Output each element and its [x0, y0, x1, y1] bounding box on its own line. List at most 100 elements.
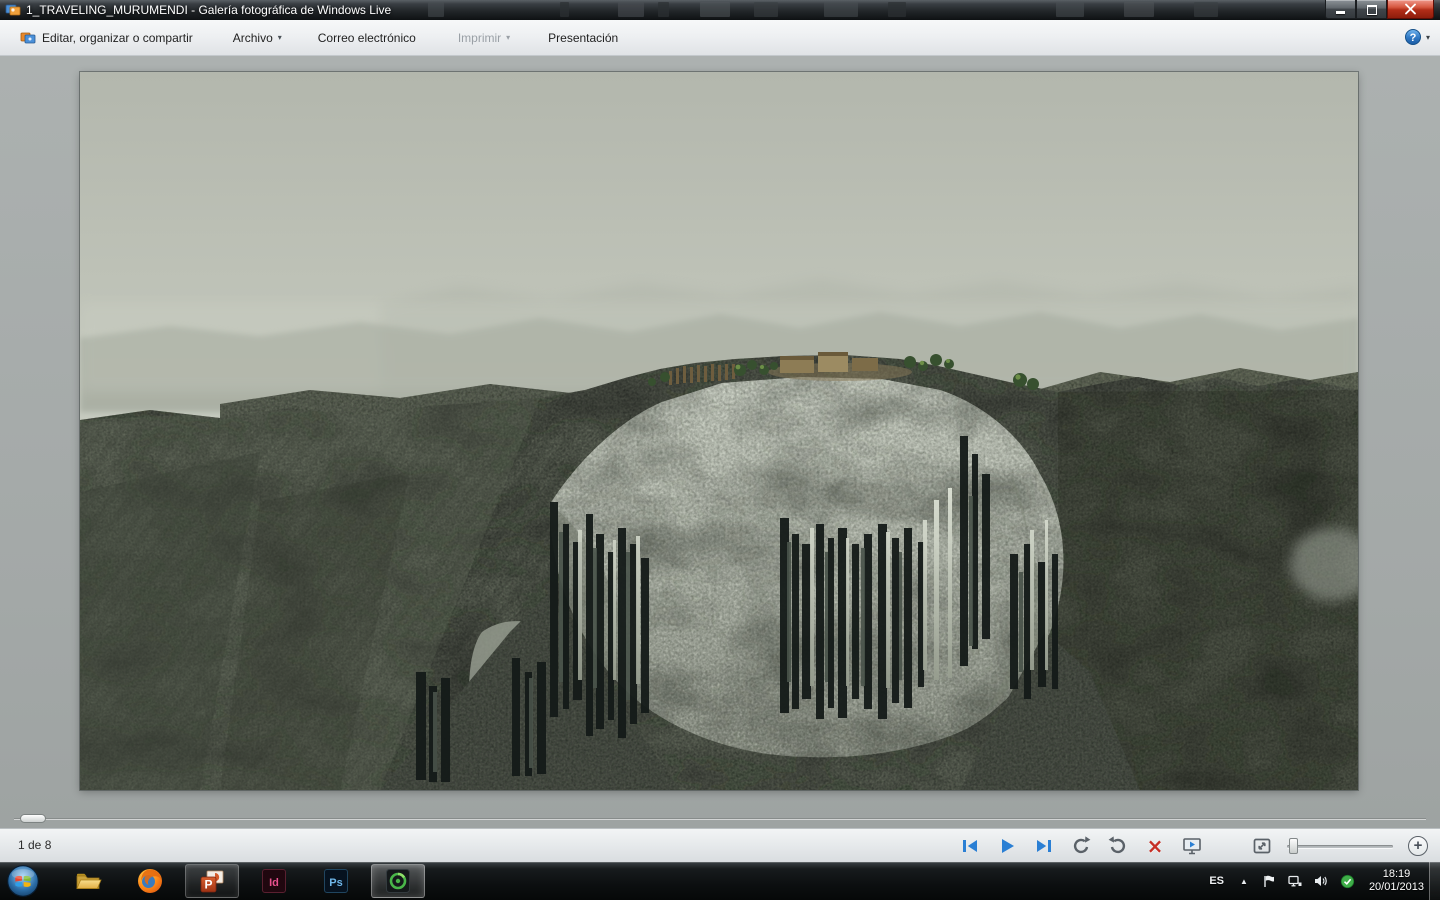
slideshow-view-button[interactable] [1180, 834, 1204, 858]
system-tray: ES ▲ 18:19 20/01/2013 [1206, 862, 1428, 900]
antivirus-icon [1340, 874, 1355, 888]
desktop: 1_TRAVELING_MURUMENDI - Galería fotográf… [0, 0, 1440, 900]
volume-icon [1315, 876, 1328, 886]
display-size-button[interactable] [1250, 834, 1274, 858]
zoom-in-button[interactable]: + [1406, 834, 1430, 858]
show-hidden-icons-button[interactable]: ▲ [1236, 875, 1252, 888]
window-titlebar: 1_TRAVELING_MURUMENDI - Galería fotográf… [0, 0, 1440, 20]
maximize-icon [1367, 5, 1377, 15]
zoom-in-icon: + [1408, 835, 1428, 856]
maximize-button[interactable] [1356, 0, 1387, 19]
chevron-down-icon: ▾ [506, 33, 511, 42]
email-label: Correo electrónico [317, 30, 416, 45]
minimize-button[interactable] [1325, 0, 1356, 19]
print-menu-button[interactable]: Imprimir ▾ [452, 27, 516, 49]
zoom-slider-handle[interactable] [1289, 837, 1298, 854]
antivirus-tray-button[interactable] [1339, 873, 1356, 890]
photoshop-label: Ps [329, 877, 342, 889]
email-button[interactable]: Correo electrónico [312, 27, 422, 49]
taskbar-item-photo-gallery[interactable] [371, 864, 425, 898]
language-indicator[interactable]: ES [1206, 873, 1227, 889]
print-label: Imprimir [457, 30, 502, 45]
glass-artifact [560, 2, 569, 17]
show-desktop-button[interactable] [1429, 862, 1440, 900]
image-counter: 1 de 8 [18, 838, 52, 852]
play-slideshow-button[interactable] [995, 834, 1019, 858]
taskbar-buttons: P Id Ps [61, 862, 425, 900]
photo-image [80, 72, 1358, 790]
window-icon[interactable] [5, 2, 21, 18]
volume-button[interactable] [1313, 873, 1330, 890]
rotate-right-button[interactable] [1106, 834, 1130, 858]
next-button[interactable] [1032, 834, 1056, 858]
previous-icon [963, 839, 977, 852]
minimize-icon [1336, 11, 1345, 14]
rotate-left-icon [1073, 835, 1091, 853]
delete-icon: × [1146, 833, 1164, 858]
powerpoint-label: P [204, 878, 212, 892]
playback-bar: 1 de 8 × + [0, 828, 1440, 862]
action-center-button[interactable] [1261, 873, 1278, 890]
taskbar-item-indesign[interactable]: Id [247, 864, 301, 898]
glass-artifact [1056, 2, 1084, 17]
slideshow-button[interactable]: Presentación [542, 27, 624, 49]
green-app-icon [386, 869, 410, 893]
command-bar: Editar, organizar o compartir Archivo ▾ … [0, 20, 1440, 56]
glass-artifact [700, 2, 730, 17]
timeline-scrubber [14, 813, 1426, 825]
clock-time: 18:19 [1382, 868, 1411, 880]
glass-artifact [824, 2, 858, 17]
file-menu-label: Archivo [232, 30, 273, 45]
help-button[interactable]: ? ▾ [1404, 29, 1430, 45]
photoshop-icon: Ps [324, 869, 348, 893]
glass-artifact [1194, 2, 1218, 17]
taskbar-item-firefox[interactable] [123, 864, 177, 898]
firefox-icon [138, 869, 162, 893]
glass-artifact [428, 2, 444, 17]
start-button[interactable] [6, 864, 40, 898]
help-icon: ? [1404, 29, 1421, 45]
chevron-down-icon: ▾ [1425, 32, 1430, 42]
close-icon [1405, 3, 1416, 15]
taskbar: P Id Ps ES ▲ 18:19 20/01/2013 [0, 862, 1440, 900]
glass-artifact [618, 2, 644, 17]
glass-artifact [888, 2, 906, 17]
zoom-slider-track[interactable] [1287, 844, 1393, 848]
glass-artifact [658, 2, 669, 17]
edit-organize-share-label: Editar, organizar o compartir [42, 30, 193, 45]
fit-to-window-icon [1253, 838, 1271, 853]
powerpoint-icon: P [200, 870, 224, 893]
taskbar-item-photoshop[interactable]: Ps [309, 864, 363, 898]
slideshow-screen-icon [1183, 837, 1201, 854]
rotate-left-button[interactable] [1069, 834, 1093, 858]
playback-controls: × + [958, 829, 1430, 862]
delete-button[interactable]: × [1143, 834, 1167, 858]
file-menu-button[interactable]: Archivo ▾ [227, 27, 288, 49]
viewer-area [0, 56, 1440, 828]
window-title: 1_TRAVELING_MURUMENDI - Galería fotográf… [26, 2, 392, 17]
taskbar-item-explorer[interactable] [61, 864, 115, 898]
edit-organize-share-button[interactable]: Editar, organizar o compartir [14, 26, 199, 50]
photo-view[interactable] [80, 72, 1358, 790]
zoom-slider [1287, 836, 1393, 856]
clock-date: 20/01/2013 [1368, 881, 1424, 893]
taskbar-item-powerpoint[interactable]: P [185, 864, 239, 898]
network-icon [1288, 875, 1302, 887]
timeline-track[interactable] [14, 818, 1426, 819]
slideshow-label: Presentación [548, 30, 619, 45]
gallery-icon [20, 32, 36, 43]
play-icon [1002, 838, 1014, 853]
indesign-icon: Id [262, 869, 286, 893]
folder-icon [76, 873, 102, 889]
previous-button[interactable] [958, 834, 982, 858]
close-button[interactable] [1387, 0, 1434, 19]
window-controls [1325, 0, 1434, 19]
chevron-down-icon: ▾ [277, 33, 282, 42]
timeline-handle[interactable] [20, 814, 46, 823]
action-center-flag-icon [1264, 875, 1275, 887]
network-status-button[interactable] [1287, 873, 1304, 890]
glass-artifact [1124, 2, 1154, 17]
glass-artifact [754, 2, 778, 17]
next-icon [1037, 839, 1051, 852]
clock[interactable]: 18:19 20/01/2013 [1365, 862, 1428, 900]
